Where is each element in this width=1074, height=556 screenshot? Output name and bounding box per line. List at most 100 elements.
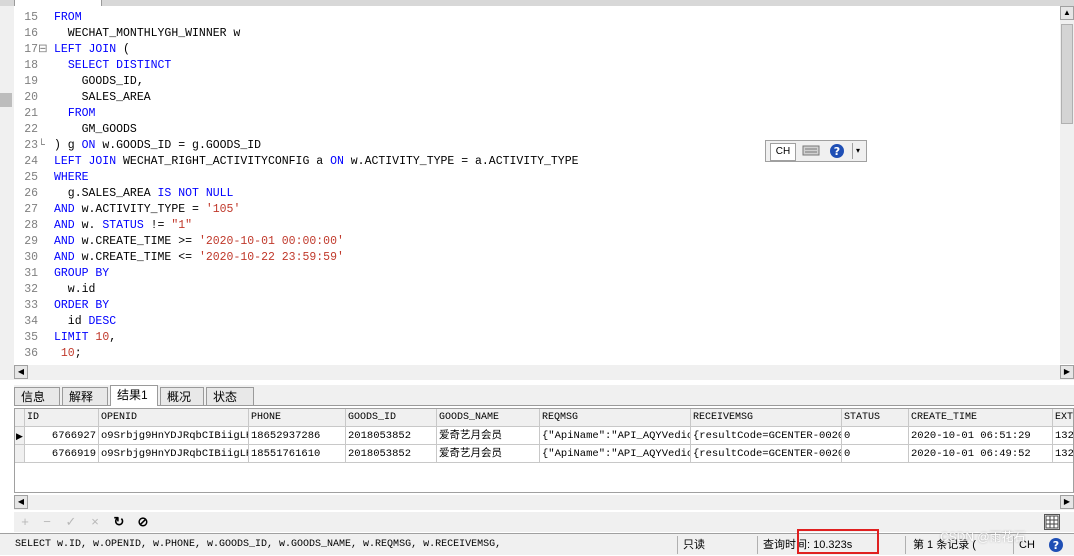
code-line[interactable]: 28 AND w. STATUS != "1" — [14, 218, 192, 234]
table-cell[interactable]: {resultCode=GCENTER-0020- — [691, 427, 842, 445]
column-header[interactable]: GOODS_ID — [346, 409, 437, 427]
code-line[interactable]: 20 SALES_AREA — [14, 90, 150, 106]
table-cell[interactable]: 0 — [842, 445, 909, 463]
add-row-icon[interactable]: + — [16, 514, 34, 530]
table-cell[interactable]: 2020-10-01 06:51:29 — [909, 427, 1053, 445]
table-cell[interactable]: 132 — [1053, 445, 1073, 463]
column-header[interactable]: REQMSG — [540, 409, 691, 427]
tab-result-1[interactable]: 解释 — [62, 387, 108, 405]
table-cell[interactable]: 2018053852 — [346, 427, 437, 445]
code-line[interactable]: 33 ORDER BY — [14, 298, 109, 314]
scroll-thumb[interactable] — [1061, 24, 1073, 124]
scroll-up-arrow-icon[interactable]: ▲ — [1060, 6, 1074, 20]
table-cell[interactable]: 2018053852 — [346, 445, 437, 463]
table-cell[interactable]: o9Srbjg9HnYDJRqbCIBiigLHC — [99, 427, 249, 445]
code-line[interactable]: 31 GROUP BY — [14, 266, 109, 282]
table-cell[interactable]: 0 — [842, 427, 909, 445]
column-header[interactable]: ID — [25, 409, 99, 427]
table-row[interactable]: ▶ 6766927 o9Srbjg9HnYDJRqbCIBiigLHC 1865293… — [15, 427, 1073, 445]
scroll-right-arrow-icon[interactable]: ▶ — [1060, 365, 1074, 379]
table-cell[interactable]: 6766927 — [25, 427, 99, 445]
column-header[interactable]: STATUS — [842, 409, 909, 427]
column-header[interactable]: RECEIVEMSG — [691, 409, 842, 427]
scroll-left-arrow-icon[interactable]: ◀ — [14, 495, 28, 509]
grid-header-row[interactable]: ID OPENID PHONE GOODS_ID GOODS_NAME REQMSG REC… — [15, 409, 1073, 427]
table-cell[interactable]: 6766919 — [25, 445, 99, 463]
sql-keyword: WHERE — [54, 171, 89, 184]
fold-marker[interactable]: ⊟ — [38, 42, 54, 58]
code-line[interactable]: 15 FROM — [14, 10, 81, 26]
code-line[interactable]: 23└) g ON w.GOODS_ID = g.GOODS_ID — [14, 138, 261, 154]
code-line[interactable]: 19 GOODS_ID, — [14, 74, 144, 90]
tab-result-4[interactable]: 状态 — [206, 387, 254, 405]
sql-text: w.ACTIVITY_TYPE = — [74, 203, 206, 216]
delete-row-icon[interactable]: − — [38, 514, 56, 530]
sql-text: w.GOODS_ID = g.GOODS_ID — [95, 139, 262, 152]
table-cell[interactable]: 18551761610 — [249, 445, 346, 463]
code-line[interactable]: 24 LEFT JOIN WECHAT_RIGHT_ACTIVITYCONFIG … — [14, 154, 578, 170]
editor-vertical-scrollbar[interactable]: ▲ — [1060, 6, 1074, 364]
query-time-highlight — [797, 529, 879, 554]
keyboard-icon[interactable] — [800, 143, 822, 159]
line-number: 18 — [24, 59, 38, 72]
apply-icon[interactable]: ✓ — [62, 514, 80, 530]
status-help-icon[interactable]: ? — [1048, 537, 1064, 556]
tab-result-0[interactable]: 信息 — [14, 387, 60, 405]
code-line[interactable]: 22 GM_GOODS — [14, 122, 137, 138]
scroll-left-arrow-icon[interactable]: ◀ — [14, 365, 28, 379]
row-selector[interactable] — [15, 445, 25, 463]
sql-keyword: LIMIT — [54, 331, 89, 344]
table-cell[interactable]: 爱奇艺月会员 — [437, 445, 540, 463]
table-cell[interactable]: 132 — [1053, 427, 1073, 445]
table-cell[interactable]: {"ApiName":"API_AQYVedioM — [540, 445, 691, 463]
sql-editor[interactable]: 15 FROM 16 WECHAT_MONTHLYGH_WINNER w 17⊟ LEF… — [14, 6, 1060, 364]
row-selector[interactable]: ▶ — [15, 427, 25, 445]
discard-icon[interactable]: × — [86, 514, 104, 530]
code-line[interactable]: 26 g.SALES_AREA IS NOT NULL — [14, 186, 233, 202]
code-line[interactable]: 30 AND w.CREATE_TIME <= '2020-10-22 23:59… — [14, 250, 344, 266]
ime-dropdown-icon[interactable]: ▾ — [852, 143, 863, 159]
column-header[interactable]: GOODS_NAME — [437, 409, 540, 427]
table-cell[interactable]: o9Srbjg9HnYDJRqbCIBiigLHC — [99, 445, 249, 463]
table-cell[interactable]: {resultCode=GCENTER-0020- — [691, 445, 842, 463]
table-cell[interactable]: {"ApiName":"API_AQYVedioM — [540, 427, 691, 445]
code-line[interactable]: 29 AND w.CREATE_TIME >= '2020-10-01 00:00… — [14, 234, 344, 250]
corner-cell[interactable] — [15, 409, 25, 427]
sql-text: ) g — [54, 139, 82, 152]
line-number: 29 — [24, 235, 38, 248]
ime-lang-button[interactable]: CH — [770, 143, 796, 161]
code-line[interactable]: 18 SELECT DISTINCT — [14, 58, 171, 74]
help-icon[interactable]: ? — [828, 143, 846, 159]
code-line[interactable]: 21 FROM — [14, 106, 95, 122]
column-header[interactable]: EXT — [1053, 409, 1073, 427]
refresh-icon[interactable]: ↻ — [110, 514, 128, 530]
sql-keyword: ORDER BY — [54, 299, 110, 312]
column-header[interactable]: OPENID — [99, 409, 249, 427]
code-line[interactable]: 34 id DESC — [14, 314, 116, 330]
code-line[interactable]: 27 AND w.ACTIVITY_TYPE = '105' — [14, 202, 240, 218]
column-header[interactable]: CREATE_TIME — [909, 409, 1053, 427]
code-line[interactable]: 36 10; — [14, 346, 81, 362]
grid-view-icon[interactable] — [1044, 514, 1060, 530]
grid-horizontal-scrollbar[interactable]: ◀ ▶ — [14, 495, 1074, 510]
sql-text: g.SALES_AREA — [54, 187, 158, 200]
table-row[interactable]: 6766919 o9Srbjg9HnYDJRqbCIBiigLHC 18551761… — [15, 445, 1073, 463]
code-line[interactable]: 17⊟ LEFT JOIN ( — [14, 42, 130, 58]
editor-horizontal-scrollbar[interactable]: ◀ ▶ — [14, 365, 1074, 380]
column-header[interactable]: PHONE — [249, 409, 346, 427]
sql-text: GM_GOODS — [54, 123, 137, 136]
code-line[interactable]: 16 WECHAT_MONTHLYGH_WINNER w — [14, 26, 240, 42]
table-cell[interactable]: 爱奇艺月会员 — [437, 427, 540, 445]
tab-result-2[interactable]: 结果1 — [110, 385, 158, 406]
table-cell[interactable]: 18652937286 — [249, 427, 346, 445]
scroll-right-arrow-icon[interactable]: ▶ — [1060, 495, 1074, 509]
code-line[interactable]: 35 LIMIT 10, — [14, 330, 116, 346]
result-grid[interactable]: ID OPENID PHONE GOODS_ID GOODS_NAME REQMSG REC… — [14, 408, 1074, 493]
table-cell[interactable]: 2020-10-01 06:49:52 — [909, 445, 1053, 463]
code-line[interactable]: 25 WHERE — [14, 170, 89, 186]
code-line[interactable]: 32 w.id — [14, 282, 95, 298]
tab-result-3[interactable]: 概况 — [160, 387, 204, 405]
fold-marker[interactable]: └ — [38, 138, 54, 154]
stop-icon[interactable]: ⊘ — [134, 514, 152, 530]
